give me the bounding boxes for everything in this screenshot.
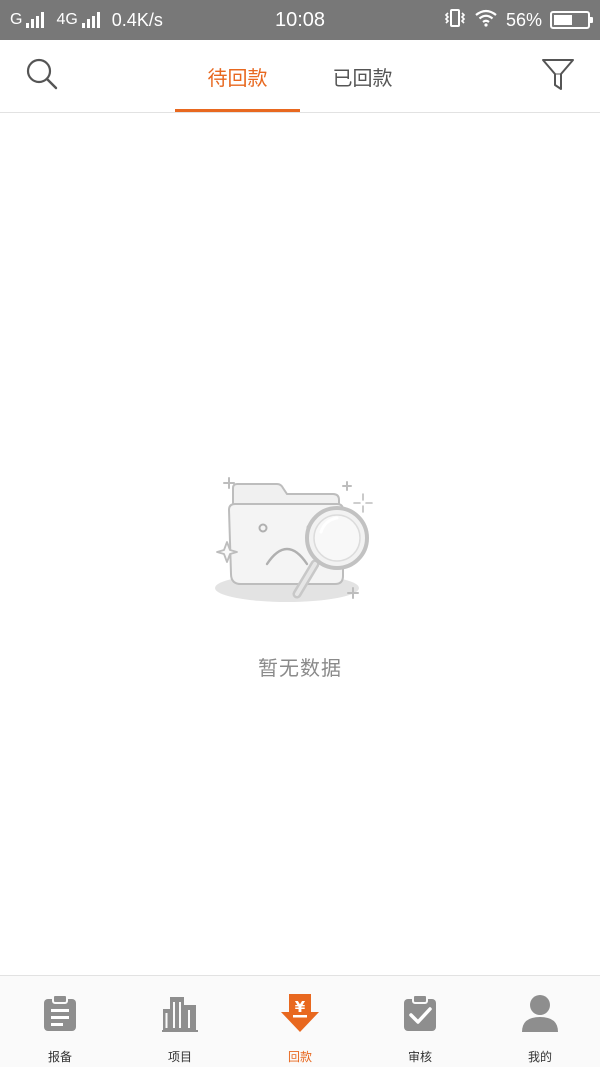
nav-label: 审核 <box>407 1050 432 1064</box>
status-left: G 4G 0.4K/s <box>10 0 163 40</box>
yuan-download-icon: ¥ <box>278 991 322 1035</box>
user-icon <box>518 991 562 1035</box>
battery-percent: 56% <box>505 9 542 30</box>
signal-icon <box>26 12 45 28</box>
battery-icon <box>550 11 593 29</box>
search-icon <box>24 56 60 96</box>
empty-state: 暂无数据 <box>0 470 600 681</box>
network-speed: 0.4K/s <box>111 9 163 30</box>
carrier-1-label: G <box>10 11 23 28</box>
nav-item-mine[interactable]: 我的 <box>480 976 600 1067</box>
nav-item-review[interactable]: 审核 <box>360 976 480 1067</box>
carrier-2-label: 4G <box>56 11 78 28</box>
filter-button[interactable] <box>528 40 588 112</box>
status-bar: G 4G 0.4K/s 10:08 56% <box>0 0 600 40</box>
tab-received-payment[interactable]: 已回款 <box>300 40 425 112</box>
nav-item-project[interactable]: 项目 <box>120 976 240 1067</box>
nav-label: 我的 <box>527 1050 552 1064</box>
empty-message: 暂无数据 <box>258 656 342 680</box>
nav-label: 项目 <box>167 1050 192 1064</box>
bottom-nav: 报备 项目 ¥ 回款 审核 我的 <box>0 975 600 1067</box>
empty-folder-search-icon <box>215 470 385 614</box>
building-icon <box>158 991 202 1035</box>
tab-indicator <box>175 109 300 112</box>
clock: 10:08 <box>274 8 326 31</box>
signal-icon <box>81 12 100 28</box>
tab-label: 已回款 <box>332 65 393 90</box>
wifi-icon <box>474 9 498 32</box>
status-right: 56% <box>444 0 593 40</box>
svg-text:¥: ¥ <box>295 998 306 1016</box>
clipboard-check-icon <box>398 991 442 1035</box>
clipboard-icon <box>38 991 82 1035</box>
nav-item-payment[interactable]: ¥ 回款 <box>240 976 360 1067</box>
nav-label: 报备 <box>47 1050 72 1064</box>
nav-item-report[interactable]: 报备 <box>0 976 120 1067</box>
filter-icon <box>540 56 576 96</box>
search-button[interactable] <box>12 40 72 112</box>
tab-label: 待回款 <box>207 65 268 90</box>
tab-pending-payment[interactable]: 待回款 <box>175 40 300 112</box>
vibrate-icon <box>444 8 466 33</box>
header: 待回款 已回款 <box>0 40 600 113</box>
nav-label: 回款 <box>287 1050 312 1064</box>
